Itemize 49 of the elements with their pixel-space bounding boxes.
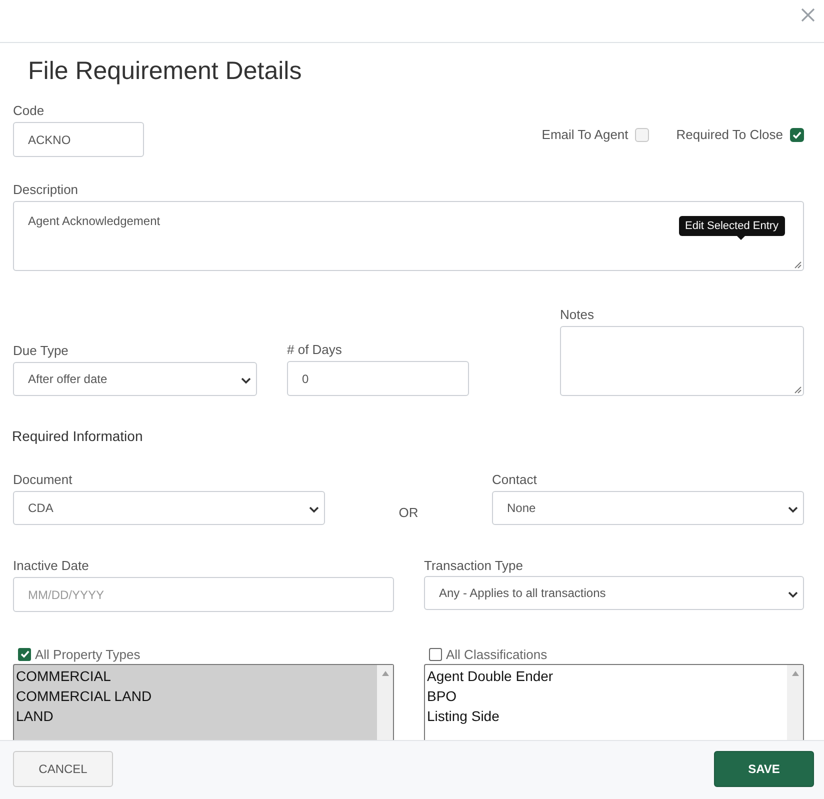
notes-field[interactable] bbox=[560, 326, 804, 396]
up-arrow-icon[interactable] bbox=[792, 671, 798, 676]
days-field[interactable]: 0 bbox=[287, 361, 469, 396]
checkbox-label: Email To Agent bbox=[542, 127, 628, 142]
field-label: # of Days bbox=[287, 342, 343, 357]
list-box[interactable]: Agent Double Ender BPO Listing Side bbox=[424, 664, 804, 740]
chevron-down-icon bbox=[241, 377, 251, 384]
list-item[interactable]: BPO bbox=[427, 686, 785, 706]
or-label: OR bbox=[398, 505, 420, 520]
checkbox-label: Required To Close bbox=[676, 127, 783, 142]
chevron-down-icon bbox=[309, 506, 319, 513]
cancel-button[interactable]: CANCEL bbox=[13, 751, 113, 787]
list-item[interactable]: COMMERCIAL LAND bbox=[16, 686, 375, 706]
list-box[interactable]: COMMERCIAL COMMERCIAL LAND LAND bbox=[13, 664, 394, 740]
chevron-down-icon bbox=[788, 506, 798, 513]
field-label: Due Type bbox=[13, 343, 70, 358]
scrollbar[interactable] bbox=[787, 665, 803, 740]
field-label: Document bbox=[13, 472, 74, 487]
code-field[interactable]: ACKNO bbox=[13, 122, 144, 157]
save-button[interactable]: SAVE bbox=[714, 751, 814, 787]
dialog-title: File Requirement Details bbox=[28, 57, 303, 85]
field-label: Transaction Type bbox=[424, 558, 524, 573]
field-label: Inactive Date bbox=[13, 558, 90, 573]
checkbox[interactable] bbox=[429, 648, 442, 660]
list-item[interactable]: LAND bbox=[16, 706, 375, 726]
contact-select[interactable]: None bbox=[492, 491, 804, 525]
up-arrow-icon[interactable] bbox=[382, 671, 388, 676]
list-item[interactable]: Agent Double Ender bbox=[427, 666, 785, 686]
due-type-select[interactable]: After offer date bbox=[13, 362, 257, 396]
description-field[interactable]: Agent Acknowledgement Edit Selected Entry bbox=[13, 201, 804, 271]
resize-handle-icon[interactable] bbox=[794, 386, 802, 394]
checkbox[interactable] bbox=[18, 648, 31, 660]
transaction-type-select[interactable]: Any - Applies to all transactions bbox=[424, 576, 804, 610]
list-item[interactable]: COMMERCIAL bbox=[16, 666, 375, 686]
checkbox-label: All Classifications bbox=[446, 646, 548, 662]
list-item[interactable]: Listing Side bbox=[427, 706, 785, 726]
resize-handle-icon[interactable] bbox=[794, 261, 802, 269]
chevron-down-icon bbox=[788, 591, 798, 598]
close-icon[interactable] bbox=[801, 8, 815, 22]
document-select[interactable]: CDA bbox=[13, 491, 325, 525]
field-label: Description bbox=[13, 182, 80, 197]
section-heading: Required Information bbox=[12, 428, 144, 444]
checkbox-label: All Property Types bbox=[35, 646, 140, 662]
field-label: Code bbox=[13, 103, 46, 118]
field-label: Contact bbox=[492, 472, 538, 487]
checkbox[interactable] bbox=[790, 128, 804, 142]
scrollbar[interactable] bbox=[377, 665, 393, 740]
field-label: Notes bbox=[560, 307, 595, 322]
description-text: Agent Acknowledgement bbox=[28, 214, 160, 228]
